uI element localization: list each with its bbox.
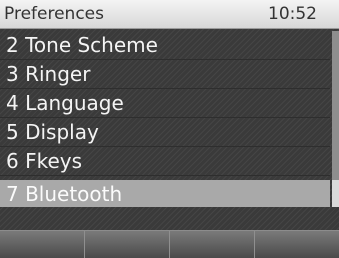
menu-item-label: 7 Bluetooth — [6, 182, 123, 206]
menu-item-label: 6 Fkeys — [6, 149, 83, 173]
softkey-1[interactable] — [0, 231, 85, 258]
clock-time: 10:52 — [268, 4, 317, 24]
menu-item-language[interactable]: 4 Language — [0, 89, 330, 118]
menu-item-fkeys[interactable]: 6 Fkeys — [0, 147, 330, 176]
phone-screen: Preferences 10:52 2 Tone Scheme 3 Ringer… — [0, 0, 339, 258]
page-title: Preferences — [4, 4, 104, 24]
status-header: Preferences 10:52 — [0, 0, 339, 29]
softkey-4[interactable] — [255, 231, 339, 258]
menu-item-bluetooth[interactable]: 7 Bluetooth — [0, 180, 330, 207]
menu-item-label: 2 Tone Scheme — [6, 33, 158, 57]
menu-item-label: 4 Language — [6, 91, 124, 115]
menu-item-tone-scheme[interactable]: 2 Tone Scheme — [0, 31, 330, 60]
scrollbar-thumb[interactable] — [332, 180, 339, 207]
menu-item-label: 3 Ringer — [6, 62, 91, 86]
softkey-3[interactable] — [170, 231, 255, 258]
menu-item-display[interactable]: 5 Display — [0, 118, 330, 147]
softkey-2[interactable] — [85, 231, 170, 258]
softkey-bar — [0, 230, 339, 258]
menu-item-label: 5 Display — [6, 120, 99, 144]
menu-item-ringer[interactable]: 3 Ringer — [0, 60, 330, 89]
